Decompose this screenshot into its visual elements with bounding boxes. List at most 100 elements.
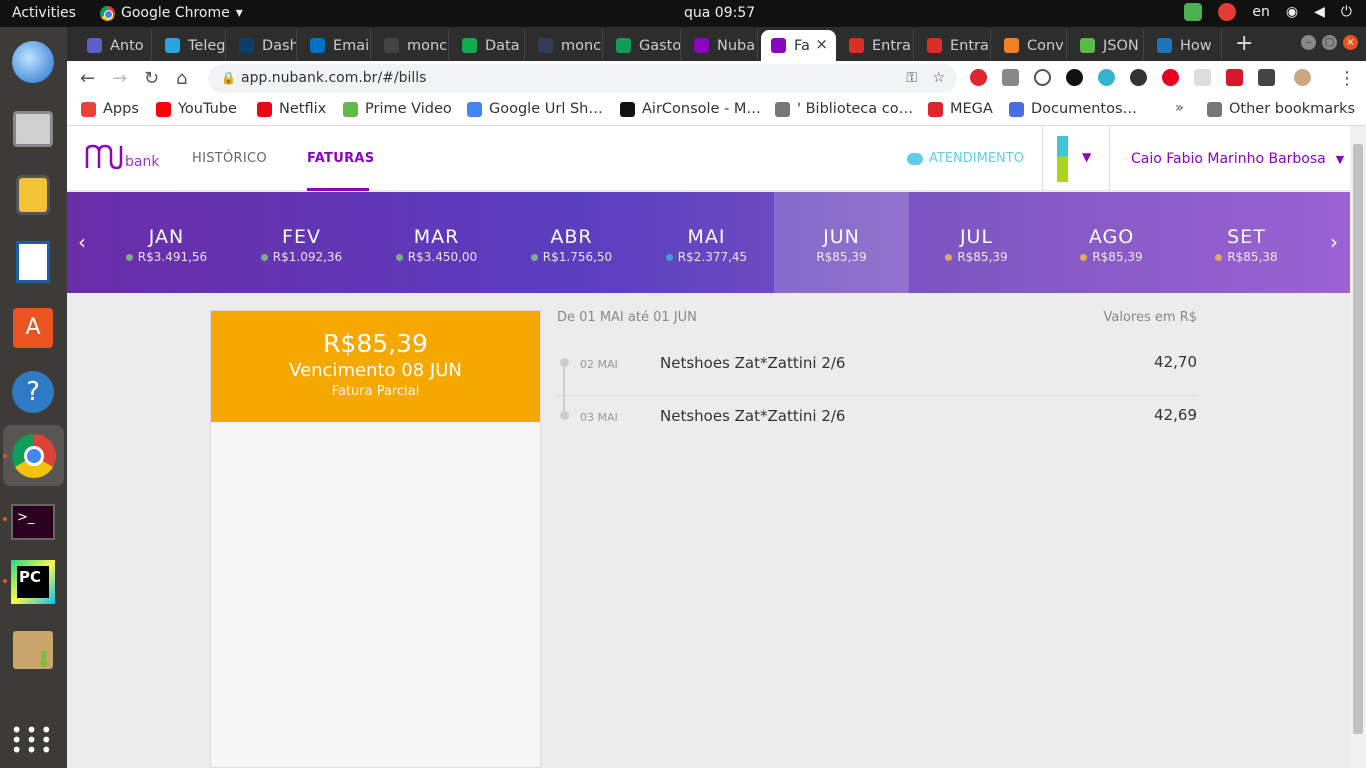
clock[interactable]: qua 09:57: [684, 5, 755, 21]
wifi-icon[interactable]: ◉: [1286, 4, 1298, 20]
month-value: R$3.491,56: [137, 250, 208, 264]
minimize-button[interactable]: –: [1301, 35, 1316, 50]
bookmark-label: Google Url Sh…: [489, 101, 603, 117]
month-jul[interactable]: JUL R$85,39: [909, 192, 1044, 293]
writer-icon[interactable]: [10, 239, 56, 285]
prev-arrow-icon[interactable]: ‹: [78, 230, 86, 254]
tab-7[interactable]: monc: [528, 30, 603, 61]
menu-icon[interactable]: ⋮: [1338, 68, 1356, 89]
tab-4[interactable]: Email: [300, 30, 371, 61]
power-icon[interactable]: ⏻: [1341, 4, 1352, 20]
tab-9[interactable]: Nuba: [684, 30, 758, 61]
update-icon[interactable]: [1184, 3, 1203, 21]
tab-favicon-icon: [165, 38, 180, 53]
play-ext-icon[interactable]: [1226, 69, 1243, 86]
close-tab-icon[interactable]: ×: [815, 35, 828, 53]
month-jun[interactable]: JUN R$85,39: [774, 192, 909, 293]
nav-historico[interactable]: HISTÓRICO: [192, 151, 267, 166]
tab-6[interactable]: Data: [452, 30, 525, 61]
month-set[interactable]: SET R$85,38: [1179, 192, 1314, 293]
terminal-icon[interactable]: >_: [10, 499, 56, 545]
language-indicator[interactable]: en: [1252, 4, 1270, 20]
transaction-row[interactable]: 02 MAI Netshoes Zat*Zattini 2/6 42,70: [557, 344, 1197, 396]
toolbar: ← → ↻ ⌂ 🔒 app.nubank.com.br/#/bills ⚿ ☆ ⋮: [67, 61, 1366, 95]
tab-3[interactable]: Dashl: [229, 30, 297, 61]
react-ext-icon[interactable]: [1098, 69, 1115, 86]
address-bar[interactable]: 🔒 app.nubank.com.br/#/bills ⚿ ☆: [208, 64, 957, 93]
bookmark-9[interactable]: Documentos…: [1009, 101, 1137, 117]
home-button[interactable]: ⌂: [176, 68, 187, 89]
archive-manager-icon[interactable]: ⬇: [10, 627, 56, 673]
key-icon[interactable]: ⚿: [906, 64, 917, 93]
month-value: R$85,39: [957, 250, 1008, 264]
month-jan[interactable]: JAN R$3.491,56: [99, 192, 234, 293]
thunderbird-icon[interactable]: [10, 39, 56, 85]
bookmark-5[interactable]: Google Url Sh…: [467, 101, 603, 117]
tab-12[interactable]: Entra: [917, 30, 991, 61]
scrollbar[interactable]: [1350, 126, 1366, 768]
files-icon[interactable]: [10, 106, 56, 152]
month-fev[interactable]: FEV R$1.092,36: [234, 192, 369, 293]
other-bookmarks[interactable]: Other bookmarks: [1207, 101, 1355, 117]
bookmark-8[interactable]: MEGA: [928, 101, 993, 117]
tab-10[interactable]: Fa ×: [761, 30, 836, 61]
bookmark-3[interactable]: Netflix: [257, 101, 326, 117]
bookmark-4[interactable]: Prime Video: [343, 101, 452, 117]
next-arrow-icon[interactable]: ›: [1330, 230, 1338, 254]
software-center-icon[interactable]: A: [10, 305, 56, 351]
maximize-button[interactable]: □: [1322, 35, 1337, 50]
month-mai[interactable]: MAI R$2.377,45: [639, 192, 774, 293]
nav-faturas[interactable]: FATURAS: [307, 151, 374, 166]
month-ago[interactable]: AGO R$85,39: [1044, 192, 1179, 293]
bookmark-2[interactable]: YouTube: [156, 101, 237, 117]
user-menu[interactable]: Caio Fabio Marinho Barbosa ▼: [1131, 151, 1344, 167]
system-tray[interactable]: en ◉ ◀ ⏻: [1184, 3, 1352, 21]
back-button[interactable]: ←: [80, 68, 95, 89]
new-tab-button[interactable]: +: [1235, 31, 1253, 56]
no-entry-icon[interactable]: [1218, 3, 1237, 21]
scrollbar-thumb[interactable]: [1353, 144, 1363, 734]
reload-button[interactable]: ↻: [144, 68, 159, 89]
chevron-down-icon[interactable]: ▼: [1082, 150, 1091, 164]
tab-1[interactable]: Anto: [77, 30, 152, 61]
k-ext-icon[interactable]: [1130, 69, 1147, 86]
help-icon[interactable]: ?: [10, 369, 56, 415]
month-abr[interactable]: ABR R$1.756,50: [504, 192, 639, 293]
tab-5[interactable]: monc: [374, 30, 449, 61]
pinterest-ext-icon[interactable]: [1162, 69, 1179, 86]
activities-button[interactable]: Activities: [12, 5, 76, 21]
tab-13[interactable]: Conv: [994, 30, 1067, 61]
tab-15[interactable]: How: [1147, 30, 1222, 61]
transaction-row[interactable]: 03 MAI Netshoes Zat*Zattini 2/6 42,69: [557, 397, 1197, 449]
tab-8[interactable]: Gasto: [606, 30, 681, 61]
tab-favicon-icon: [462, 38, 477, 53]
pycharm-icon[interactable]: PC: [10, 559, 56, 605]
more-bookmarks-button[interactable]: »: [1175, 100, 1184, 116]
bookmark-1[interactable]: Apps: [81, 101, 139, 117]
bookmark-6[interactable]: AirConsole - M…: [620, 101, 761, 117]
star-icon[interactable]: ☆: [932, 64, 945, 93]
atendimento-button[interactable]: ATENDIMENTO: [907, 151, 1024, 166]
show-applications-icon[interactable]: ••• ••• •••: [10, 717, 56, 763]
tab-2[interactable]: Teleg: [155, 30, 226, 61]
app-menu[interactable]: Google Chrome ▾: [100, 5, 243, 21]
bookmark-7[interactable]: ' Biblioteca co…: [775, 101, 913, 117]
rhythmbox-icon[interactable]: [10, 172, 56, 218]
account-status-bar[interactable]: [1057, 136, 1068, 182]
month-mar[interactable]: MAR R$3.450,00: [369, 192, 504, 293]
month-value: R$1.756,50: [542, 250, 613, 264]
es-ext-icon[interactable]: [1066, 69, 1083, 86]
volume-icon[interactable]: ◀: [1314, 4, 1325, 20]
camera-ext-icon[interactable]: [1002, 69, 1019, 86]
close-window-button[interactable]: ×: [1343, 35, 1358, 50]
code-ext-icon[interactable]: [1034, 69, 1051, 86]
tab-11[interactable]: Entra: [839, 30, 914, 61]
nubank-logo[interactable]: bank: [85, 144, 159, 170]
opera-ext-icon[interactable]: [970, 69, 987, 86]
selenium-ext-icon[interactable]: [1258, 69, 1275, 86]
profile-avatar[interactable]: [1294, 69, 1311, 86]
chrome-dock-icon[interactable]: [3, 425, 64, 486]
m-ext-icon[interactable]: [1194, 69, 1211, 86]
forward-button[interactable]: →: [112, 68, 127, 89]
tab-14[interactable]: JSON: [1070, 30, 1144, 61]
